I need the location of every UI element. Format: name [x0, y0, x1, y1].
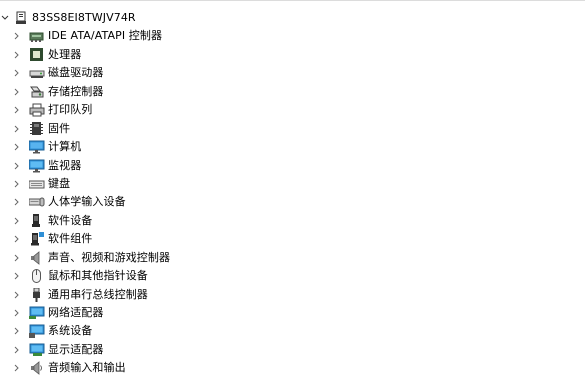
tree-item-mouse[interactable]: 鼠标和其他指针设备	[0, 267, 585, 285]
chevron-right-icon[interactable]	[13, 64, 21, 82]
chevron-right-icon[interactable]	[13, 359, 21, 377]
tree-item-label: 通用串行总线控制器	[48, 287, 148, 301]
tree-item-firmware[interactable]: 固件	[0, 120, 585, 138]
tree-item-label: 监视器	[48, 158, 82, 172]
ide-controller-icon	[29, 29, 45, 43]
tree-item-label: 鼠标和其他指针设备	[48, 269, 148, 283]
disk-drive-icon	[29, 66, 45, 80]
firmware-icon	[29, 121, 45, 136]
tree-item-usb-controller[interactable]: 通用串行总线控制器	[0, 286, 585, 304]
keyboard-icon	[29, 177, 45, 191]
tree-item-display-adapter[interactable]: 显示适配器	[0, 341, 585, 359]
chevron-right-icon[interactable]	[13, 212, 21, 230]
tree-item-hid[interactable]: 人体学输入设备	[0, 193, 585, 211]
window-top-border	[0, 0, 585, 4]
device-tree[interactable]: 83SS8EI8TWJV74R IDE ATA/ATAPI 控制器 处理器 磁盘…	[0, 9, 585, 378]
software-component-icon	[29, 232, 45, 246]
chevron-right-icon[interactable]	[13, 27, 21, 45]
software-device-icon	[29, 213, 45, 228]
computer-root-icon	[14, 11, 30, 25]
chevron-right-icon[interactable]	[13, 249, 21, 267]
storage-controller-icon	[29, 85, 45, 99]
processor-icon	[29, 47, 45, 62]
chevron-right-icon[interactable]	[13, 304, 21, 322]
tree-item-disk-drive[interactable]: 磁盘驱动器	[0, 64, 585, 82]
tree-item-computer[interactable]: 计算机	[0, 138, 585, 156]
printer-icon	[29, 103, 45, 117]
tree-item-label: 人体学输入设备	[48, 195, 126, 209]
chevron-right-icon[interactable]	[13, 175, 21, 193]
chevron-right-icon[interactable]	[13, 341, 21, 359]
tree-item-label: 固件	[48, 121, 71, 135]
chevron-right-icon[interactable]	[13, 230, 21, 248]
tree-item-sound-video-game[interactable]: 声音、视频和游戏控制器	[0, 249, 585, 267]
chevron-down-icon[interactable]	[1, 9, 9, 27]
chevron-right-icon[interactable]	[13, 322, 21, 340]
chevron-right-icon[interactable]	[13, 83, 21, 101]
chevron-right-icon[interactable]	[13, 101, 21, 119]
tree-item-label: 系统设备	[48, 324, 93, 338]
chevron-right-icon[interactable]	[13, 120, 21, 138]
tree-root-node[interactable]: 83SS8EI8TWJV74R	[0, 9, 585, 27]
tree-item-label: 存储控制器	[48, 84, 104, 98]
tree-item-label: 软件设备	[48, 213, 93, 227]
computer-icon	[29, 140, 45, 154]
display-adapter-icon	[29, 343, 45, 357]
tree-item-network-adapter[interactable]: 网络适配器	[0, 304, 585, 322]
tree-item-label: 音频输入和输出	[48, 361, 126, 375]
tree-item-label: 打印队列	[48, 103, 93, 117]
tree-item-label: 处理器	[48, 47, 82, 61]
chevron-right-icon[interactable]	[13, 267, 21, 285]
chevron-right-icon[interactable]	[13, 46, 21, 64]
mouse-icon	[29, 269, 45, 284]
usb-icon	[29, 287, 45, 302]
tree-item-audio-io[interactable]: 音频输入和输出	[0, 359, 585, 377]
tree-item-processor[interactable]: 处理器	[0, 46, 585, 64]
sound-icon	[29, 250, 45, 265]
tree-item-label: 软件组件	[48, 232, 93, 246]
network-adapter-icon	[29, 306, 45, 320]
root-label: 83SS8EI8TWJV74R	[32, 11, 136, 24]
tree-item-storage-controller[interactable]: 存储控制器	[0, 83, 585, 101]
tree-item-label: 显示适配器	[48, 342, 104, 356]
tree-item-label: IDE ATA/ATAPI 控制器	[48, 29, 163, 43]
hid-icon	[29, 195, 45, 209]
tree-item-label: 磁盘驱动器	[48, 66, 104, 80]
tree-item-software-component[interactable]: 软件组件	[0, 230, 585, 248]
chevron-right-icon[interactable]	[13, 286, 21, 304]
tree-item-software-device[interactable]: 软件设备	[0, 212, 585, 230]
tree-item-label: 计算机	[48, 140, 82, 154]
audio-io-icon	[29, 361, 45, 376]
tree-item-ide-controller[interactable]: IDE ATA/ATAPI 控制器	[0, 27, 585, 45]
tree-item-monitor[interactable]: 监视器	[0, 157, 585, 175]
tree-item-label: 网络适配器	[48, 306, 104, 319]
monitor-icon	[29, 159, 45, 173]
tree-item-label: 声音、视频和游戏控制器	[48, 250, 171, 264]
tree-item-label: 键盘	[48, 176, 71, 190]
chevron-right-icon[interactable]	[13, 193, 21, 211]
tree-item-print-queue[interactable]: 打印队列	[0, 101, 585, 119]
system-device-icon	[29, 324, 45, 339]
chevron-right-icon[interactable]	[13, 138, 21, 156]
tree-item-keyboard[interactable]: 键盘	[0, 175, 585, 193]
tree-item-system-devices[interactable]: 系统设备	[0, 322, 585, 340]
chevron-right-icon[interactable]	[13, 157, 21, 175]
